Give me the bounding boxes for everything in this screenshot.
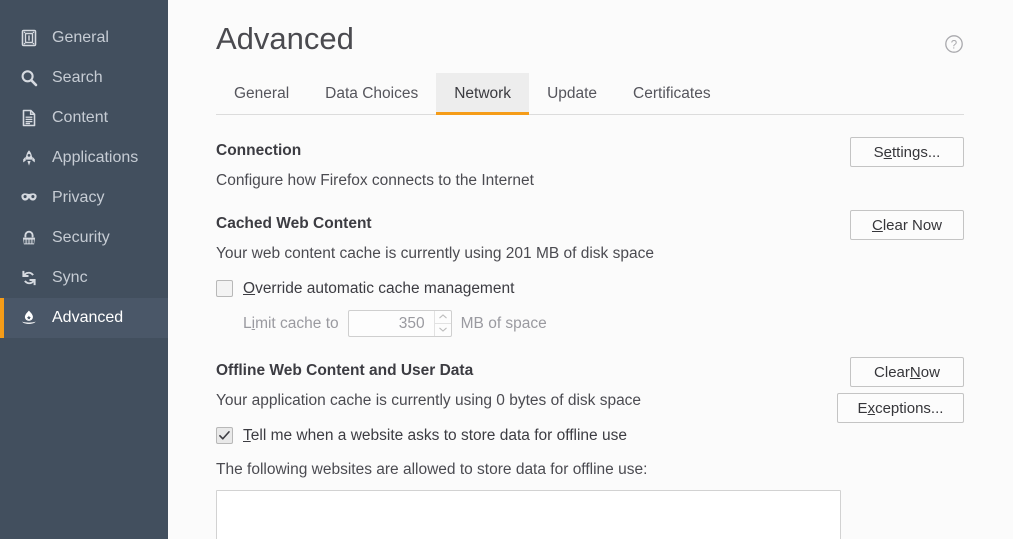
main-content: Advanced ? General Data Choices Network … — [168, 0, 1013, 539]
page-title: Advanced — [216, 21, 354, 56]
override-cache-checkbox-row[interactable]: Override automatic cache management — [216, 280, 964, 298]
limit-cache-label: Limit cache to — [243, 315, 339, 333]
settings-body: Connection Configure how Firefox connect… — [168, 137, 1013, 539]
label-accesskey: O — [243, 279, 256, 297]
sidebar-item-label: Privacy — [52, 188, 105, 206]
svg-text:?: ? — [951, 39, 957, 51]
tab-label: Update — [547, 84, 598, 102]
label-before: L — [243, 314, 252, 332]
sidebar-item-label: Sync — [52, 268, 88, 286]
security-lock-icon — [18, 227, 40, 249]
tab-label: Data Choices — [325, 84, 419, 102]
content-icon — [18, 107, 40, 129]
label-after: verride automatic cache management — [255, 279, 515, 297]
sidebar-item-label: Security — [52, 228, 110, 246]
section-cached-web-content: Cached Web Content Your web content cach… — [216, 210, 964, 338]
sidebar-item-privacy[interactable]: Privacy — [0, 178, 168, 218]
tab-network[interactable]: Network — [436, 73, 530, 116]
button-label-before: Clear — [874, 363, 910, 381]
sidebar-item-advanced[interactable]: Advanced — [0, 298, 168, 338]
limit-cache-unit: MB of space — [460, 314, 547, 332]
button-label-before: S — [873, 143, 884, 161]
allowed-sites-label: The following websites are allowed to st… — [216, 461, 648, 479]
sidebar-item-label: Applications — [52, 148, 139, 166]
privacy-mask-icon — [18, 187, 40, 209]
sidebar-item-general[interactable]: General — [0, 18, 168, 58]
limit-cache-row: Limit cache to 350 MB of space — [243, 310, 964, 338]
tab-data-choices[interactable]: Data Choices — [307, 73, 436, 114]
sync-icon — [18, 267, 40, 289]
tab-general[interactable]: General — [216, 73, 307, 114]
button-accesskey: x — [867, 399, 876, 417]
label-accesskey: T — [243, 426, 251, 444]
sidebar-nav: General Search Content Applications Priv… — [0, 0, 168, 539]
override-cache-label[interactable]: Override automatic cache management — [243, 281, 514, 297]
search-icon — [18, 67, 40, 89]
section-description: Your web content cache is currently usin… — [216, 244, 654, 262]
stepper-buttons — [433, 311, 451, 337]
help-circle-icon[interactable]: ? — [944, 34, 964, 54]
sidebar-item-content[interactable]: Content — [0, 98, 168, 138]
sidebar-item-sync[interactable]: Sync — [0, 258, 168, 298]
button-accesskey: e — [883, 143, 892, 161]
sidebar-item-security[interactable]: Security — [0, 218, 168, 258]
sidebar-item-label: General — [52, 28, 109, 46]
sidebar-item-applications[interactable]: Applications — [0, 138, 168, 178]
section-offline-web-content: Offline Web Content and User Data Your a… — [216, 357, 964, 539]
page-header: Advanced ? — [168, 0, 1013, 57]
offline-exceptions-button[interactable]: Ex ceptions... — [837, 393, 964, 424]
tell-me-label[interactable]: Tell me when a website asks to store dat… — [243, 428, 627, 444]
stepper-down-icon[interactable] — [435, 324, 451, 337]
sidebar-item-label: Search — [52, 68, 103, 86]
tab-bar: General Data Choices Network Update Cert… — [216, 73, 964, 116]
tab-certificates[interactable]: Certificates — [615, 73, 729, 114]
button-label-before: E — [857, 399, 868, 417]
connection-settings-button[interactable]: Se ttings... — [850, 137, 964, 168]
tab-update[interactable]: Update — [529, 73, 615, 114]
section-connection: Connection Configure how Firefox connect… — [216, 137, 964, 189]
button-label-after: ow — [920, 363, 940, 381]
offline-clear-now-button[interactable]: Clear Now — [850, 357, 964, 388]
tab-label: Certificates — [633, 84, 711, 102]
checkmark-icon — [219, 431, 230, 440]
sidebar-item-search[interactable]: Search — [0, 58, 168, 98]
button-label-after: ttings... — [892, 143, 941, 161]
label-after: ell me when a website asks to store data… — [250, 426, 627, 444]
tell-me-checkbox-row[interactable]: Tell me when a website asks to store dat… — [216, 427, 964, 445]
tab-label: Network — [454, 84, 512, 102]
button-accesskey: N — [909, 363, 921, 381]
preferences-window: General Search Content Applications Priv… — [0, 0, 1013, 539]
applications-icon — [18, 147, 40, 169]
button-accesskey: C — [871, 216, 883, 234]
general-icon — [18, 27, 40, 49]
tell-me-checkbox[interactable] — [216, 427, 233, 445]
override-cache-checkbox[interactable] — [216, 280, 233, 298]
cached-clear-now-button[interactable]: Clear Now — [850, 210, 964, 241]
stepper-up-icon[interactable] — [434, 311, 451, 324]
sidebar-item-label: Advanced — [52, 308, 124, 326]
limit-cache-stepper[interactable]: 350 — [347, 310, 452, 338]
limit-cache-input[interactable]: 350 — [349, 311, 434, 336]
label-after: mit cache to — [255, 314, 339, 332]
advanced-flask-icon — [18, 307, 40, 329]
allowed-sites-list[interactable] — [216, 489, 841, 539]
section-description: Configure how Firefox connects to the In… — [216, 171, 534, 189]
button-label-after: ceptions... — [875, 399, 944, 417]
tab-label: General — [234, 84, 290, 102]
sidebar-item-label: Content — [52, 108, 109, 126]
button-label-after: lear Now — [882, 216, 943, 234]
